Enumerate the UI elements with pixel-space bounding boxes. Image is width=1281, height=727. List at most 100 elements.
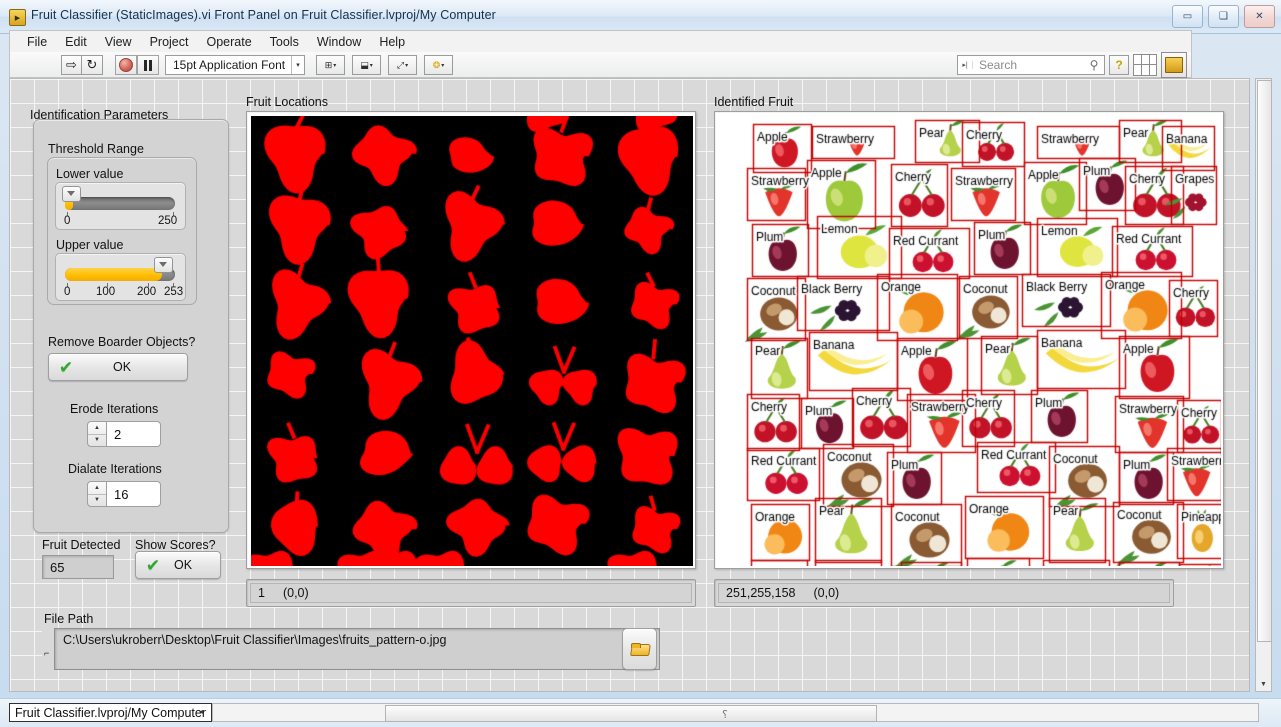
front-panel-canvas: Identification Parameters Threshold Rang… bbox=[9, 78, 1250, 692]
fruit-locations-title: Fruit Locations bbox=[246, 95, 328, 109]
erode-decrement-icon[interactable]: ▼ bbox=[88, 435, 106, 447]
pause-button[interactable] bbox=[137, 55, 159, 75]
align-objects-icon: ⊞ bbox=[324, 59, 333, 70]
lower-tick-label-min: 0 bbox=[64, 215, 71, 227]
font-selector[interactable]: 15pt Application Font ▾ bbox=[165, 55, 305, 75]
upper-slider-thumb[interactable] bbox=[154, 257, 173, 273]
show-scores-button-text: OK bbox=[173, 558, 193, 572]
search-icon[interactable]: ⚲ bbox=[1084, 58, 1104, 72]
show-scores-button[interactable]: ✔ OK bbox=[135, 551, 221, 579]
scroll-down-icon[interactable]: ▼ bbox=[1256, 677, 1271, 691]
status-bar: Fruit Classifier.lvproj/My Computer ◂ ⸮ bbox=[0, 698, 1281, 727]
search-placeholder: Search bbox=[979, 58, 1018, 72]
menu-item-window[interactable]: Window bbox=[308, 33, 370, 51]
window-grid-icon[interactable] bbox=[1133, 54, 1157, 76]
distribute-objects-button[interactable]: ⬓ ▾ bbox=[352, 55, 381, 75]
lower-value-slider[interactable]: 0 250 bbox=[55, 182, 186, 230]
fruit-locations-image[interactable] bbox=[246, 111, 696, 569]
resize-objects-button[interactable]: ⤢ ▾ bbox=[388, 55, 417, 75]
chevron-down-icon: ▾ bbox=[405, 62, 409, 69]
block-diagram-icon bbox=[1165, 57, 1183, 73]
remove-border-objects-button-text: OK bbox=[112, 360, 132, 374]
menu-item-edit[interactable]: Edit bbox=[56, 33, 96, 51]
erode-increment-icon[interactable]: ▲ bbox=[88, 422, 106, 435]
minimize-button[interactable]: ▭ bbox=[1172, 5, 1203, 28]
remove-border-objects-button[interactable]: ✔ OK bbox=[48, 353, 188, 381]
close-button[interactable]: ✕ bbox=[1244, 5, 1275, 28]
abort-execution-button[interactable] bbox=[115, 55, 137, 75]
close-icon: ✕ bbox=[1255, 10, 1264, 22]
file-path-control[interactable]: ⌐ C:\Users\ukroberr\Desktop\Fruit Classi… bbox=[42, 628, 660, 670]
scroll-left-icon[interactable]: ◂ bbox=[199, 707, 203, 716]
menu-item-project[interactable]: Project bbox=[141, 33, 198, 51]
dilate-increment-icon[interactable]: ▲ bbox=[88, 482, 106, 495]
menu-item-help[interactable]: Help bbox=[370, 33, 414, 51]
font-selector-label: 15pt Application Font bbox=[173, 58, 286, 72]
check-icon: ✔ bbox=[58, 357, 74, 377]
lower-tick-label-max: 250 bbox=[158, 215, 178, 227]
chevron-down-icon: ▾ bbox=[441, 62, 445, 69]
threshold-range-label: Threshold Range bbox=[48, 142, 144, 156]
front-panel-vertical-scrollbar[interactable]: ▲ ▼ bbox=[1255, 78, 1272, 692]
erode-stepper-arrows[interactable]: ▲ ▼ bbox=[87, 421, 107, 447]
fruit-locations-canvas[interactable] bbox=[251, 116, 693, 566]
show-scores-label: Show Scores? bbox=[135, 538, 216, 552]
lower-slider-track[interactable] bbox=[65, 197, 175, 210]
dilate-iterations-stepper[interactable]: ▲ ▼ 16 bbox=[87, 481, 161, 507]
vertical-scroll-thumb[interactable] bbox=[1257, 80, 1272, 642]
reorder-button[interactable]: ❂ ▾ bbox=[424, 55, 453, 75]
erode-iterations-value[interactable]: 2 bbox=[107, 421, 161, 447]
check-icon: ✔ bbox=[145, 555, 161, 575]
identified-fruit-canvas[interactable] bbox=[719, 116, 1221, 566]
lower-slider-thumb[interactable] bbox=[62, 186, 81, 202]
search-scope-icon[interactable]: ▸| bbox=[958, 61, 973, 69]
align-objects-button[interactable]: ⊞ ▾ bbox=[316, 55, 345, 75]
labview-front-panel-window: Fruit Classifier (StaticImages).vi Front… bbox=[0, 0, 1281, 727]
identified-fruit-image[interactable] bbox=[714, 111, 1224, 569]
fruit-locations-status-text: 1 (0,0) bbox=[250, 583, 692, 603]
menu-item-tools[interactable]: Tools bbox=[261, 33, 308, 51]
resize-grip[interactable]: ⸮ bbox=[722, 708, 729, 721]
run-continuously-button[interactable]: ↻ bbox=[82, 55, 103, 75]
identified-fruit-status-text: 251,255,158 (0,0) bbox=[718, 583, 1170, 603]
window-title: Fruit Classifier (StaticImages).vi Front… bbox=[31, 8, 496, 22]
upper-value-slider[interactable]: 0 100 200 253 bbox=[55, 253, 186, 301]
upper-value-label: Upper value bbox=[56, 238, 124, 252]
show-block-diagram-button[interactable] bbox=[1161, 52, 1187, 78]
pause-icon bbox=[144, 59, 152, 71]
identified-fruit-title: Identified Fruit bbox=[714, 95, 794, 109]
upper-slider-fill bbox=[65, 268, 162, 281]
menu-item-operate[interactable]: Operate bbox=[197, 33, 260, 51]
fruit-locations-zoom: 1 bbox=[258, 586, 265, 600]
labview-vi-icon bbox=[9, 9, 26, 26]
remove-border-objects-label: Remove Boarder Objects? bbox=[48, 335, 196, 349]
dilate-iterations-label: Dialate Iterations bbox=[68, 462, 162, 476]
dilate-iterations-value[interactable]: 16 bbox=[107, 481, 161, 507]
horizontal-scroll-thumb[interactable] bbox=[385, 705, 877, 722]
file-path-value[interactable]: C:\Users\ukroberr\Desktop\Fruit Classifi… bbox=[54, 628, 660, 670]
erode-iterations-stepper[interactable]: ▲ ▼ 2 bbox=[87, 421, 161, 447]
dilate-decrement-icon[interactable]: ▼ bbox=[88, 495, 106, 507]
horizontal-scrollbar[interactable] bbox=[212, 703, 1259, 722]
minimize-icon: ▭ bbox=[1182, 10, 1193, 22]
fruit-locations-coords: (0,0) bbox=[282, 586, 309, 600]
run-button[interactable]: ⇨ bbox=[61, 55, 82, 75]
help-button[interactable]: ? bbox=[1109, 55, 1129, 75]
chevron-down-icon: ▾ bbox=[369, 62, 373, 69]
project-target-chip[interactable]: Fruit Classifier.lvproj/My Computer bbox=[9, 703, 213, 722]
maximize-icon: ❑ bbox=[1219, 10, 1228, 22]
fruit-detected-value: 65 bbox=[42, 555, 114, 579]
question-mark-icon: ? bbox=[1115, 58, 1123, 72]
chevron-down-icon: ▾ bbox=[333, 62, 337, 69]
menu-item-file[interactable]: File bbox=[18, 33, 56, 51]
fruit-locations-status-bar: 1 (0,0) bbox=[246, 579, 696, 607]
browse-file-button[interactable] bbox=[622, 628, 657, 670]
fruit-detected-label: Fruit Detected bbox=[42, 538, 121, 552]
dilate-stepper-arrows[interactable]: ▲ ▼ bbox=[87, 481, 107, 507]
menu-item-view[interactable]: View bbox=[96, 33, 141, 51]
search-input[interactable]: ▸| Search ⚲ bbox=[957, 55, 1105, 75]
chevron-down-icon[interactable]: ▾ bbox=[291, 56, 304, 74]
lower-value-label: Lower value bbox=[56, 167, 124, 181]
upper-tick-label-200: 200 bbox=[137, 286, 157, 298]
maximize-button[interactable]: ❑ bbox=[1208, 5, 1239, 28]
